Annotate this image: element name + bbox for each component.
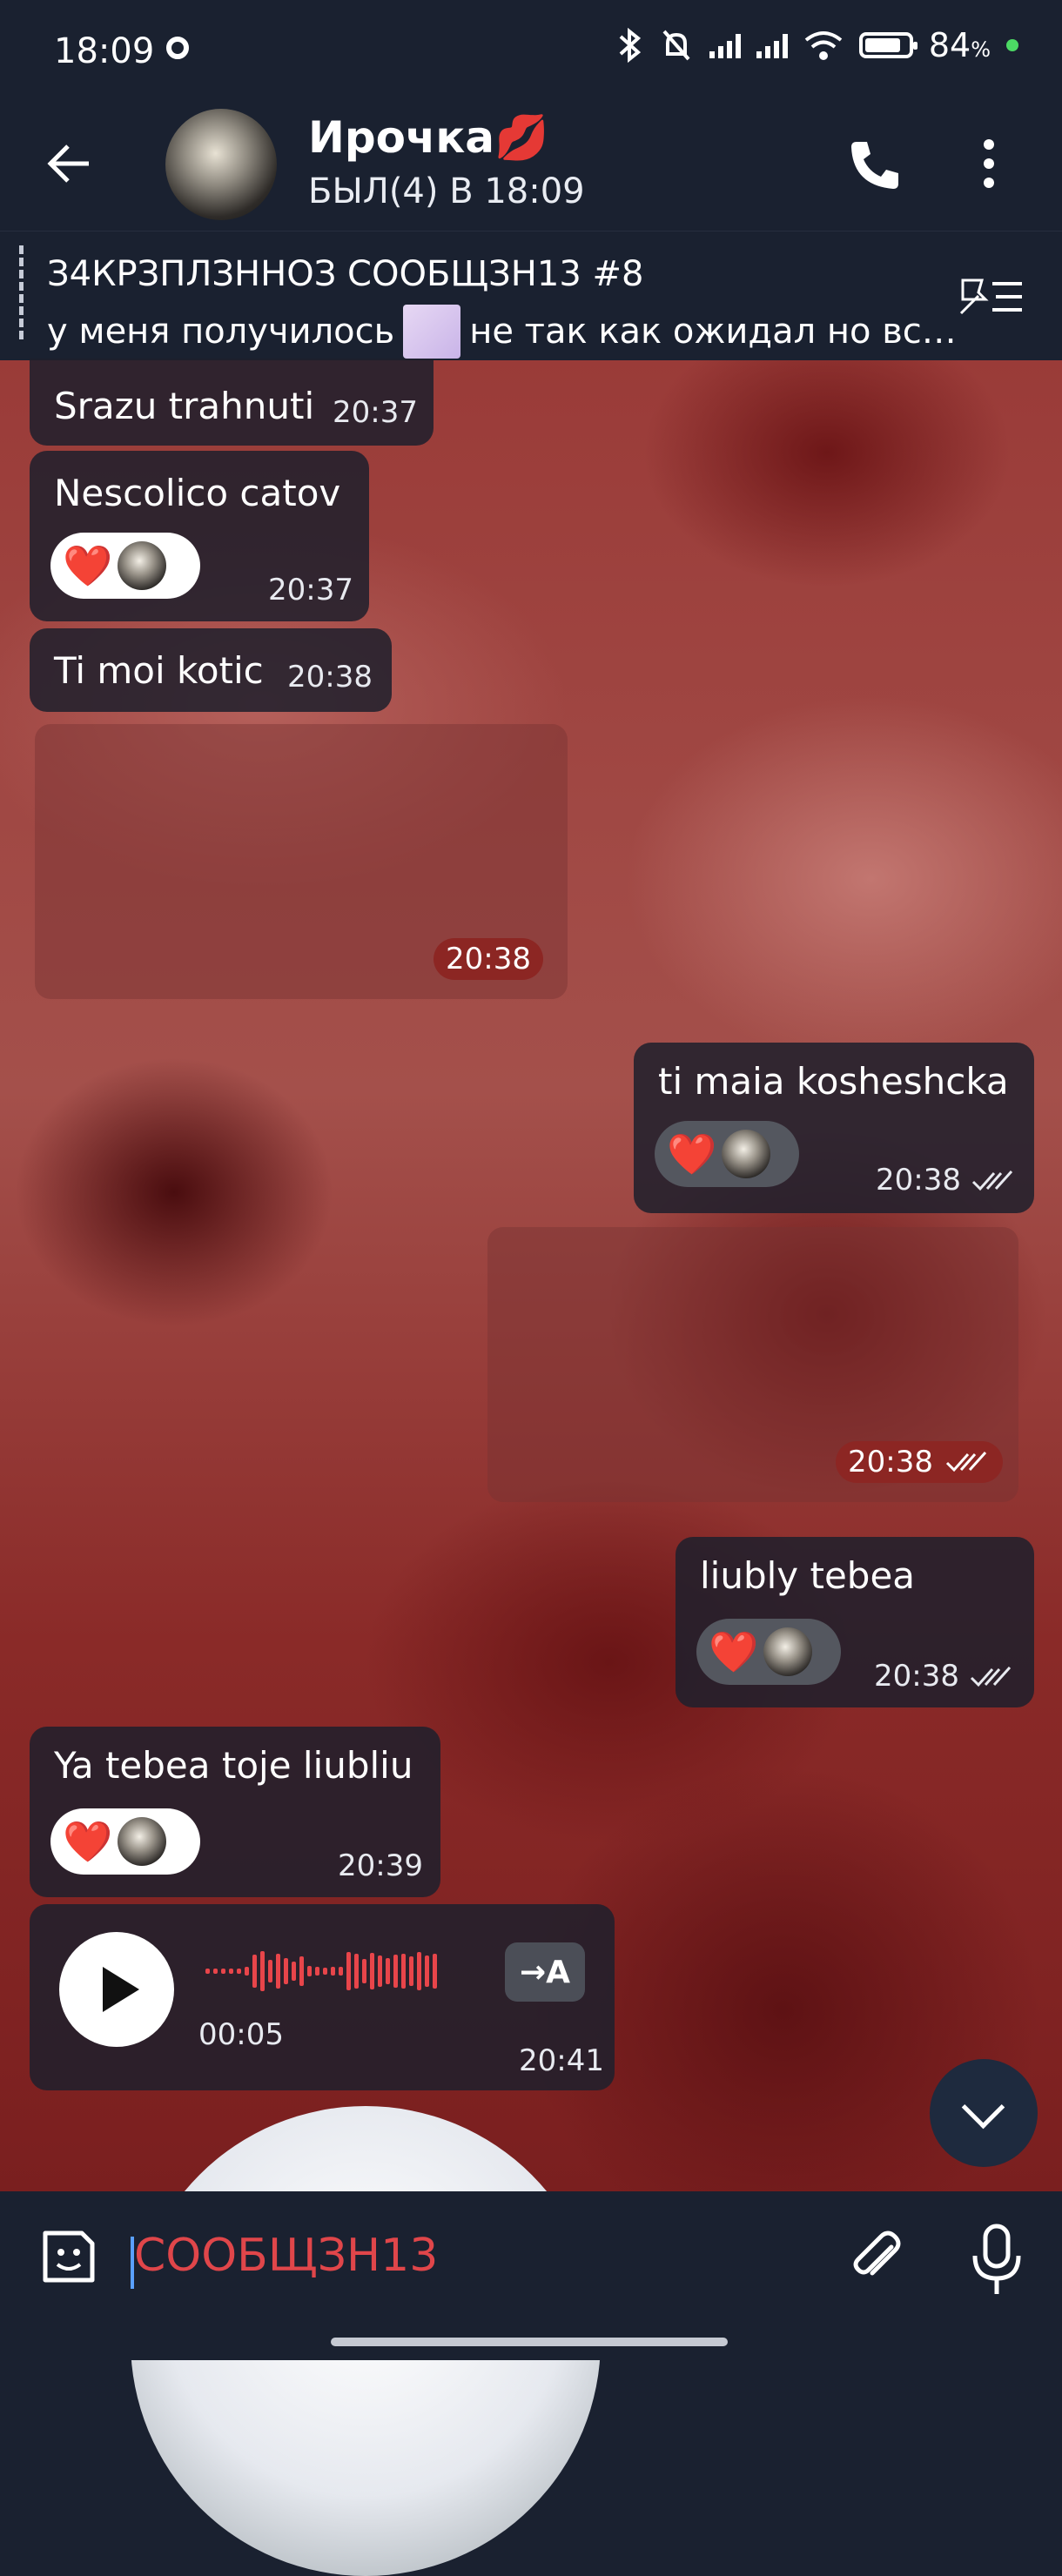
signal-icon bbox=[709, 32, 741, 58]
more-icon[interactable] bbox=[984, 139, 996, 197]
ring-notification-icon bbox=[166, 37, 189, 59]
media-time-badge: 20:38 bbox=[836, 1441, 1003, 1483]
message-bubble-outgoing[interactable]: liubly tebea ❤️ 20:38 bbox=[676, 1537, 1034, 1707]
message-time: 20:41 bbox=[519, 2043, 604, 2078]
pinned-indicator bbox=[19, 245, 24, 343]
status-time: 18:09 bbox=[54, 31, 155, 71]
message-time: 20:38 bbox=[874, 1659, 959, 1694]
media-message-incoming[interactable]: 20:38 bbox=[35, 724, 568, 999]
read-checks-icon bbox=[971, 1170, 1013, 1191]
wifi-icon bbox=[804, 31, 843, 60]
media-message-outgoing[interactable]: 20:38 bbox=[487, 1227, 1018, 1502]
message-time: 20:37 bbox=[268, 573, 353, 607]
message-input[interactable] bbox=[134, 2230, 743, 2282]
message-text: Nescolico catov bbox=[54, 472, 341, 514]
active-dot-icon bbox=[1006, 39, 1018, 51]
message-text: Ti moi kotic bbox=[54, 649, 264, 692]
home-indicator[interactable] bbox=[331, 2338, 728, 2346]
reaction-chip[interactable]: ❤️ bbox=[655, 1121, 799, 1187]
message-time: 20:38 bbox=[848, 1445, 933, 1479]
message-bubble-incoming[interactable]: Ti moi kotic 20:38 bbox=[30, 628, 392, 712]
read-checks-icon bbox=[970, 1666, 1012, 1687]
contact-name[interactable]: Ирочка💋 bbox=[308, 112, 548, 164]
battery-level: 84% bbox=[928, 26, 991, 64]
heart-icon: ❤️ bbox=[709, 1628, 759, 1675]
reaction-avatar bbox=[763, 1627, 813, 1676]
contact-avatar[interactable] bbox=[165, 109, 277, 220]
scroll-down-icon[interactable] bbox=[930, 2059, 1038, 2167]
voice-duration: 00:05 bbox=[198, 2017, 284, 2052]
message-time: 20:39 bbox=[338, 1848, 423, 1883]
phone-icon[interactable] bbox=[844, 135, 905, 196]
reaction-chip[interactable]: ❤️ bbox=[50, 1808, 200, 1875]
reaction-avatar bbox=[722, 1130, 771, 1178]
media-time-badge: 20:38 bbox=[434, 938, 543, 980]
pinned-message[interactable]: З4КРЗПЛЗННОЗ СООБЩЗН13 #8 у меня получил… bbox=[0, 231, 1062, 360]
pinned-text: у меня получилось не так как ожидал но в… bbox=[47, 305, 957, 359]
back-arrow-icon[interactable] bbox=[45, 139, 94, 188]
message-time: 20:38 bbox=[287, 660, 373, 694]
message-time: 20:37 bbox=[333, 395, 418, 430]
pinned-text-end: не так как ожидал но вс… bbox=[469, 312, 957, 352]
mic-icon[interactable] bbox=[966, 2223, 1027, 2298]
status-bar: 18:09 84% bbox=[0, 0, 1062, 100]
read-checks-icon bbox=[945, 1451, 987, 1472]
battery-icon bbox=[858, 32, 917, 58]
reaction-avatar bbox=[118, 1817, 167, 1866]
signal-icon bbox=[756, 32, 788, 58]
reaction-chip[interactable]: ❤️ bbox=[50, 533, 200, 599]
reaction-chip[interactable]: ❤️ bbox=[696, 1619, 841, 1685]
message-bubble-incoming[interactable]: Srazu trahnuti 20:37 bbox=[30, 359, 434, 446]
play-icon[interactable] bbox=[59, 1932, 174, 2047]
heart-icon: ❤️ bbox=[667, 1130, 717, 1177]
message-text: Ya tebea toje liubliu bbox=[54, 1744, 413, 1787]
heart-icon: ❤️ bbox=[63, 1818, 113, 1865]
last-seen-status: БЫЛ(4) В 18:09 bbox=[308, 171, 585, 211]
heart-icon: ❤️ bbox=[63, 542, 113, 589]
status-icons: 84% bbox=[617, 26, 1018, 64]
silent-bell-icon bbox=[662, 30, 690, 61]
voice-waveform[interactable] bbox=[205, 1949, 437, 1993]
chat-header: Ирочка💋 БЫЛ(4) В 18:09 bbox=[0, 100, 1062, 231]
transcribe-button[interactable]: →A bbox=[505, 1942, 585, 2002]
message-text: liubly tebea bbox=[700, 1554, 916, 1597]
message-text: ti maia kosheshcka bbox=[658, 1060, 1009, 1103]
message-bubble-incoming[interactable]: Nescolico catov ❤️ 20:37 bbox=[30, 451, 369, 621]
pinned-text-start: у меня получилось bbox=[47, 312, 395, 352]
reaction-avatar bbox=[118, 541, 167, 590]
sticker-icon[interactable] bbox=[38, 2226, 99, 2287]
message-time: 20:38 bbox=[876, 1163, 961, 1197]
bluetooth-icon bbox=[619, 28, 641, 63]
attach-icon[interactable] bbox=[841, 2224, 911, 2294]
pinned-title: З4КРЗПЛЗННОЗ СООБЩЗН13 #8 bbox=[47, 254, 644, 294]
message-bubble-incoming[interactable]: Ya tebea toje liubliu ❤️ 20:39 bbox=[30, 1727, 440, 1897]
message-time: 20:38 bbox=[446, 942, 531, 976]
unpin-list-icon[interactable] bbox=[958, 275, 1027, 319]
pinned-thumbnail bbox=[403, 305, 461, 359]
message-input-bar bbox=[0, 2191, 1062, 2360]
message-bubble-outgoing[interactable]: ti maia kosheshcka ❤️ 20:38 bbox=[634, 1043, 1034, 1213]
message-text: Srazu trahnuti bbox=[54, 385, 315, 427]
